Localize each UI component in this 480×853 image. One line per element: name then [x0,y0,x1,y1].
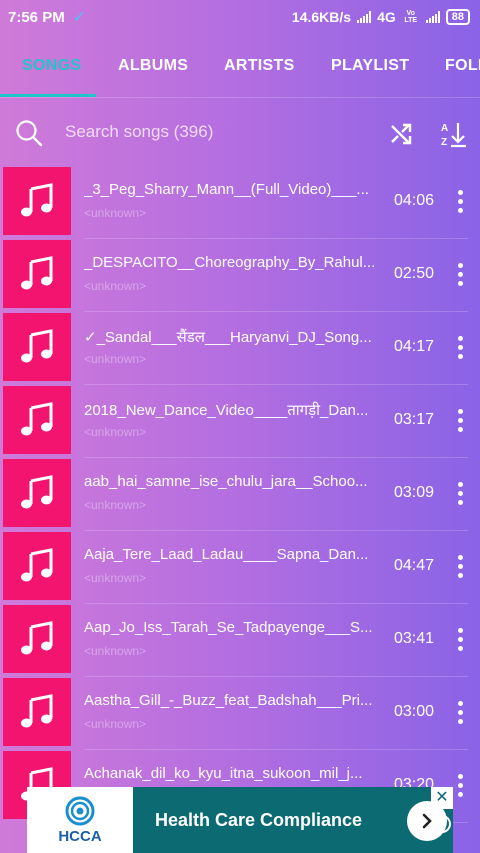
song-title: aab_hai_samne_ise_chulu_jara__Schoo... [84,473,368,490]
song-artist: <unknown> [84,498,147,512]
song-duration: 04:06 [394,192,435,209]
song-duration: 04:17 [394,338,435,355]
music-note-icon [3,313,71,381]
close-icon[interactable]: ✕ [431,787,453,809]
song-title: Aap_Jo_Iss_Tarah_Se_Tadpayenge___S... [84,619,373,636]
song-title: Aastha_Gill_-_Buzz_feat_Badshah___Pri... [84,692,373,709]
tab-bar: SONGS ALBUMS ARTISTS PLAYLIST FOLD [0,34,480,98]
ad-cta[interactable]: Health Care Compliance ✕ i [133,787,453,853]
more-options-icon[interactable] [448,695,472,729]
song-artist: <unknown> [84,644,147,658]
song-row[interactable]: aab_hai_samne_ise_chulu_jara__Schoo... <… [0,458,480,531]
music-note-icon [3,532,71,600]
network-speed: 14.6KB/s [291,9,352,25]
svg-text:Z: Z [441,137,447,148]
info-icon[interactable]: i [433,815,451,833]
song-artist: <unknown> [84,279,147,293]
tab-playlist[interactable]: PLAYLIST [331,34,409,97]
song-artist: <unknown> [84,352,147,366]
song-title: Aaja_Tere_Laad_Ladau____Sapna_Dan... [84,546,369,563]
song-row[interactable]: _3_Peg_Sharry_Mann__(Full_Video)___... <… [0,166,480,239]
music-note-icon [3,605,71,673]
ad-logo: HCCA [27,787,133,853]
music-note-icon [3,678,71,746]
ad-title: Health Care Compliance [155,809,363,830]
song-row[interactable]: 2018_New_Dance_Video____तागड़ी_Dan... <u… [0,385,480,458]
more-options-icon[interactable] [448,257,472,291]
sort-az-icon[interactable]: AZ [440,120,468,148]
volte-badge: Vo LTE [404,10,418,24]
song-row[interactable]: Aaja_Tere_Laad_Ladau____Sapna_Dan... <un… [0,531,480,604]
tab-folders[interactable]: FOLD [445,34,480,97]
song-row[interactable]: Aap_Jo_Iss_Tarah_Se_Tadpayenge___S... <u… [0,604,480,677]
shuffle-icon[interactable] [389,122,413,146]
song-title: ✓_Sandal___सैंडल___Haryanvi_DJ_Song... [84,329,372,346]
svg-text:A: A [441,123,448,134]
song-title: Achanak_dil_ko_kyu_itna_sukoon_mil_j... [84,765,363,782]
song-row[interactable]: ✓_Sandal___सैंडल___Haryanvi_DJ_Song... <… [0,312,480,385]
song-duration: 03:00 [394,703,435,720]
tab-indicator [0,94,96,97]
song-row[interactable]: Aastha_Gill_-_Buzz_feat_Badshah___Pri...… [0,677,480,750]
song-artist: <unknown> [84,425,147,439]
signal-icon-2 [425,11,440,23]
tab-albums[interactable]: ALBUMS [118,34,188,97]
ad-banner[interactable]: HCCA Health Care Compliance ✕ i [27,787,453,853]
hcca-logo-icon [65,796,95,825]
music-note-icon [3,240,71,308]
battery-icon: 88 [445,9,470,25]
tab-songs[interactable]: SONGS [22,34,81,97]
more-options-icon[interactable] [448,622,472,656]
ad-logo-text: HCCA [58,827,102,845]
more-options-icon[interactable] [448,476,472,510]
search-bar: AZ [0,98,480,166]
song-duration: 04:47 [394,557,435,574]
song-artist: <unknown> [84,206,147,220]
song-artist: <unknown> [84,571,147,585]
more-options-icon[interactable] [448,549,472,583]
checkmark-icon: ✓ [72,9,87,26]
status-time: 7:56 PM [8,8,65,26]
music-note-icon [3,459,71,527]
more-options-icon[interactable] [448,330,472,364]
music-note-icon [3,386,71,454]
song-title: _DESPACITO__Choreography_By_Rahul... [84,254,376,271]
signal-icon [357,11,372,23]
music-note-icon [3,167,71,235]
search-input[interactable] [65,122,365,142]
song-duration: 03:09 [394,484,435,501]
song-title: 2018_New_Dance_Video____तागड़ी_Dan... [84,402,369,419]
song-artist: <unknown> [84,717,147,731]
tab-artists[interactable]: ARTISTS [224,34,295,97]
song-duration: 03:17 [394,411,435,428]
status-bar: 7:56 PM ✓ 14.6KB/s 4G Vo LTE 88 [0,0,480,34]
song-list: _3_Peg_Sharry_Mann__(Full_Video)___... <… [0,166,480,823]
song-title: _3_Peg_Sharry_Mann__(Full_Video)___... [84,181,369,198]
search-icon[interactable] [15,119,43,147]
song-row[interactable]: _DESPACITO__Choreography_By_Rahul... <un… [0,239,480,312]
song-duration: 02:50 [394,265,435,282]
more-options-icon[interactable] [448,184,472,218]
network-type: 4G [377,9,396,25]
song-duration: 03:41 [394,630,435,647]
more-options-icon[interactable] [448,403,472,437]
